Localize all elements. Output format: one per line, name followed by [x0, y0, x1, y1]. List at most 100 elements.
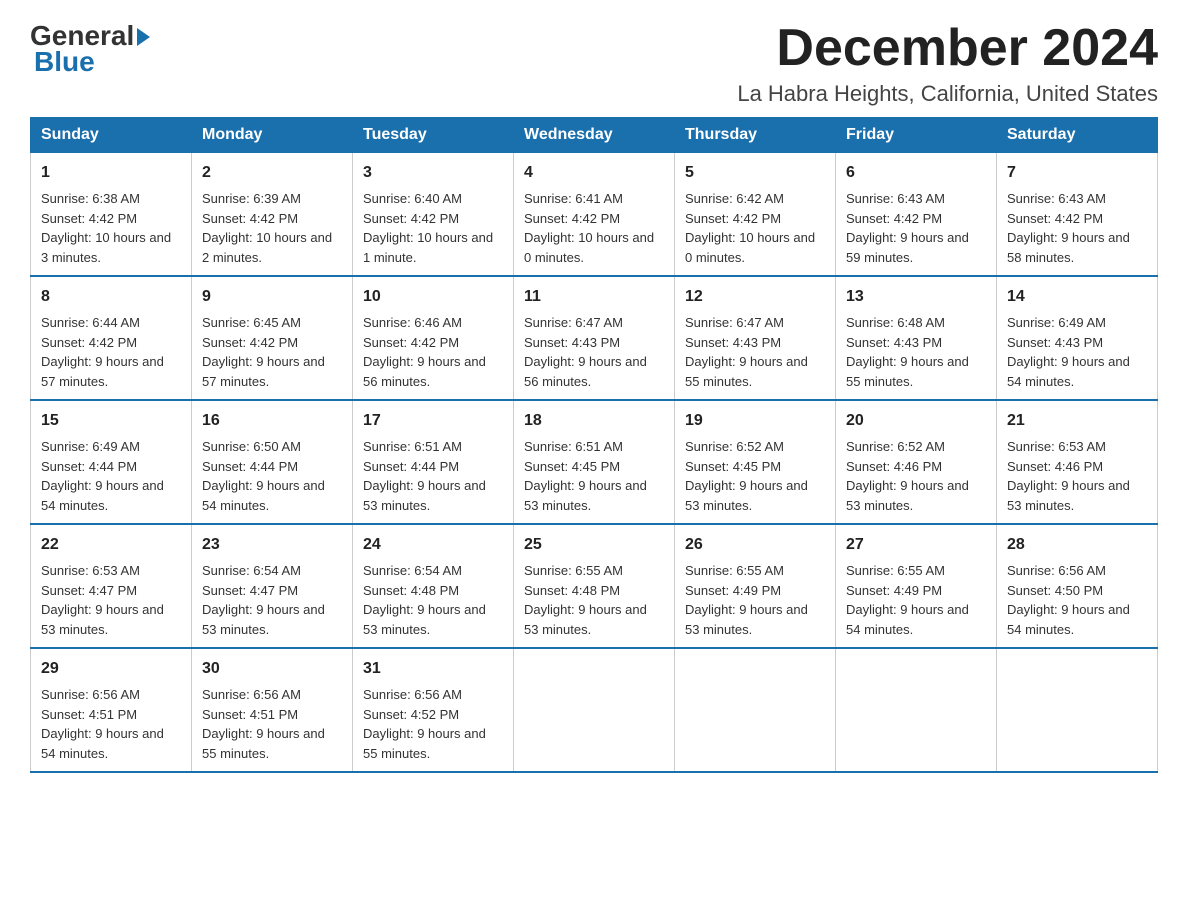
calendar-cell: 8 Sunrise: 6:44 AM Sunset: 4:42 PM Dayli… [31, 276, 192, 400]
day-number: 6 [846, 161, 986, 185]
daylight-label: Daylight: 9 hours and 53 minutes. [202, 602, 325, 637]
sunrise-label: Sunrise: 6:41 AM [524, 191, 623, 206]
calendar-table: SundayMondayTuesdayWednesdayThursdayFrid… [30, 117, 1158, 773]
month-title: December 2024 [737, 20, 1158, 77]
calendar-week-row: 22 Sunrise: 6:53 AM Sunset: 4:47 PM Dayl… [31, 524, 1158, 648]
daylight-label: Daylight: 9 hours and 55 minutes. [846, 354, 969, 389]
calendar-cell [675, 648, 836, 772]
day-number: 24 [363, 533, 503, 557]
sunrise-label: Sunrise: 6:52 AM [685, 439, 784, 454]
sunset-label: Sunset: 4:48 PM [524, 583, 620, 598]
day-number: 15 [41, 409, 181, 433]
calendar-cell [514, 648, 675, 772]
day-number: 17 [363, 409, 503, 433]
daylight-label: Daylight: 9 hours and 53 minutes. [1007, 478, 1130, 513]
sunset-label: Sunset: 4:46 PM [1007, 459, 1103, 474]
day-number: 31 [363, 657, 503, 681]
daylight-label: Daylight: 9 hours and 56 minutes. [524, 354, 647, 389]
sunset-label: Sunset: 4:45 PM [524, 459, 620, 474]
daylight-label: Daylight: 9 hours and 55 minutes. [202, 726, 325, 761]
daylight-label: Daylight: 9 hours and 56 minutes. [363, 354, 486, 389]
calendar-cell: 20 Sunrise: 6:52 AM Sunset: 4:46 PM Dayl… [836, 400, 997, 524]
day-number: 23 [202, 533, 342, 557]
day-number: 4 [524, 161, 664, 185]
day-number: 19 [685, 409, 825, 433]
calendar-week-row: 15 Sunrise: 6:49 AM Sunset: 4:44 PM Dayl… [31, 400, 1158, 524]
calendar-cell: 30 Sunrise: 6:56 AM Sunset: 4:51 PM Dayl… [192, 648, 353, 772]
sunrise-label: Sunrise: 6:56 AM [202, 687, 301, 702]
daylight-label: Daylight: 9 hours and 54 minutes. [202, 478, 325, 513]
calendar-cell: 25 Sunrise: 6:55 AM Sunset: 4:48 PM Dayl… [514, 524, 675, 648]
location-title: La Habra Heights, California, United Sta… [737, 81, 1158, 107]
weekday-header-monday: Monday [192, 118, 353, 153]
calendar-cell: 28 Sunrise: 6:56 AM Sunset: 4:50 PM Dayl… [997, 524, 1158, 648]
title-block: December 2024 La Habra Heights, Californ… [737, 20, 1158, 107]
sunrise-label: Sunrise: 6:54 AM [363, 563, 462, 578]
calendar-cell: 14 Sunrise: 6:49 AM Sunset: 4:43 PM Dayl… [997, 276, 1158, 400]
logo-arrow-icon [137, 28, 150, 46]
sunset-label: Sunset: 4:47 PM [41, 583, 137, 598]
calendar-cell: 18 Sunrise: 6:51 AM Sunset: 4:45 PM Dayl… [514, 400, 675, 524]
sunrise-label: Sunrise: 6:55 AM [846, 563, 945, 578]
daylight-label: Daylight: 9 hours and 55 minutes. [363, 726, 486, 761]
sunset-label: Sunset: 4:51 PM [202, 707, 298, 722]
calendar-cell: 17 Sunrise: 6:51 AM Sunset: 4:44 PM Dayl… [353, 400, 514, 524]
sunset-label: Sunset: 4:50 PM [1007, 583, 1103, 598]
calendar-cell: 15 Sunrise: 6:49 AM Sunset: 4:44 PM Dayl… [31, 400, 192, 524]
calendar-cell: 23 Sunrise: 6:54 AM Sunset: 4:47 PM Dayl… [192, 524, 353, 648]
sunrise-label: Sunrise: 6:40 AM [363, 191, 462, 206]
calendar-cell: 5 Sunrise: 6:42 AM Sunset: 4:42 PM Dayli… [675, 153, 836, 277]
sunset-label: Sunset: 4:42 PM [1007, 211, 1103, 226]
day-number: 12 [685, 285, 825, 309]
calendar-cell: 4 Sunrise: 6:41 AM Sunset: 4:42 PM Dayli… [514, 153, 675, 277]
day-number: 29 [41, 657, 181, 681]
daylight-label: Daylight: 10 hours and 0 minutes. [685, 230, 815, 265]
sunset-label: Sunset: 4:43 PM [524, 335, 620, 350]
daylight-label: Daylight: 9 hours and 54 minutes. [1007, 354, 1130, 389]
daylight-label: Daylight: 10 hours and 2 minutes. [202, 230, 332, 265]
sunset-label: Sunset: 4:42 PM [202, 335, 298, 350]
calendar-week-row: 8 Sunrise: 6:44 AM Sunset: 4:42 PM Dayli… [31, 276, 1158, 400]
calendar-cell: 13 Sunrise: 6:48 AM Sunset: 4:43 PM Dayl… [836, 276, 997, 400]
calendar-cell: 16 Sunrise: 6:50 AM Sunset: 4:44 PM Dayl… [192, 400, 353, 524]
daylight-label: Daylight: 9 hours and 55 minutes. [685, 354, 808, 389]
daylight-label: Daylight: 9 hours and 53 minutes. [846, 478, 969, 513]
sunrise-label: Sunrise: 6:47 AM [685, 315, 784, 330]
calendar-cell: 31 Sunrise: 6:56 AM Sunset: 4:52 PM Dayl… [353, 648, 514, 772]
sunset-label: Sunset: 4:44 PM [41, 459, 137, 474]
day-number: 1 [41, 161, 181, 185]
sunset-label: Sunset: 4:45 PM [685, 459, 781, 474]
daylight-label: Daylight: 9 hours and 53 minutes. [41, 602, 164, 637]
sunrise-label: Sunrise: 6:50 AM [202, 439, 301, 454]
daylight-label: Daylight: 10 hours and 0 minutes. [524, 230, 654, 265]
sunrise-label: Sunrise: 6:52 AM [846, 439, 945, 454]
calendar-week-row: 29 Sunrise: 6:56 AM Sunset: 4:51 PM Dayl… [31, 648, 1158, 772]
weekday-header-tuesday: Tuesday [353, 118, 514, 153]
day-number: 2 [202, 161, 342, 185]
calendar-cell: 24 Sunrise: 6:54 AM Sunset: 4:48 PM Dayl… [353, 524, 514, 648]
calendar-cell: 6 Sunrise: 6:43 AM Sunset: 4:42 PM Dayli… [836, 153, 997, 277]
sunset-label: Sunset: 4:52 PM [363, 707, 459, 722]
sunrise-label: Sunrise: 6:48 AM [846, 315, 945, 330]
daylight-label: Daylight: 9 hours and 53 minutes. [685, 478, 808, 513]
weekday-header-row: SundayMondayTuesdayWednesdayThursdayFrid… [31, 118, 1158, 153]
day-number: 28 [1007, 533, 1147, 557]
daylight-label: Daylight: 9 hours and 59 minutes. [846, 230, 969, 265]
day-number: 25 [524, 533, 664, 557]
sunrise-label: Sunrise: 6:54 AM [202, 563, 301, 578]
day-number: 8 [41, 285, 181, 309]
sunset-label: Sunset: 4:47 PM [202, 583, 298, 598]
day-number: 13 [846, 285, 986, 309]
sunset-label: Sunset: 4:46 PM [846, 459, 942, 474]
daylight-label: Daylight: 9 hours and 54 minutes. [41, 726, 164, 761]
day-number: 10 [363, 285, 503, 309]
day-number: 14 [1007, 285, 1147, 309]
sunset-label: Sunset: 4:42 PM [685, 211, 781, 226]
day-number: 30 [202, 657, 342, 681]
sunset-label: Sunset: 4:43 PM [846, 335, 942, 350]
weekday-header-saturday: Saturday [997, 118, 1158, 153]
sunset-label: Sunset: 4:42 PM [846, 211, 942, 226]
daylight-label: Daylight: 9 hours and 54 minutes. [41, 478, 164, 513]
weekday-header-friday: Friday [836, 118, 997, 153]
sunset-label: Sunset: 4:49 PM [846, 583, 942, 598]
